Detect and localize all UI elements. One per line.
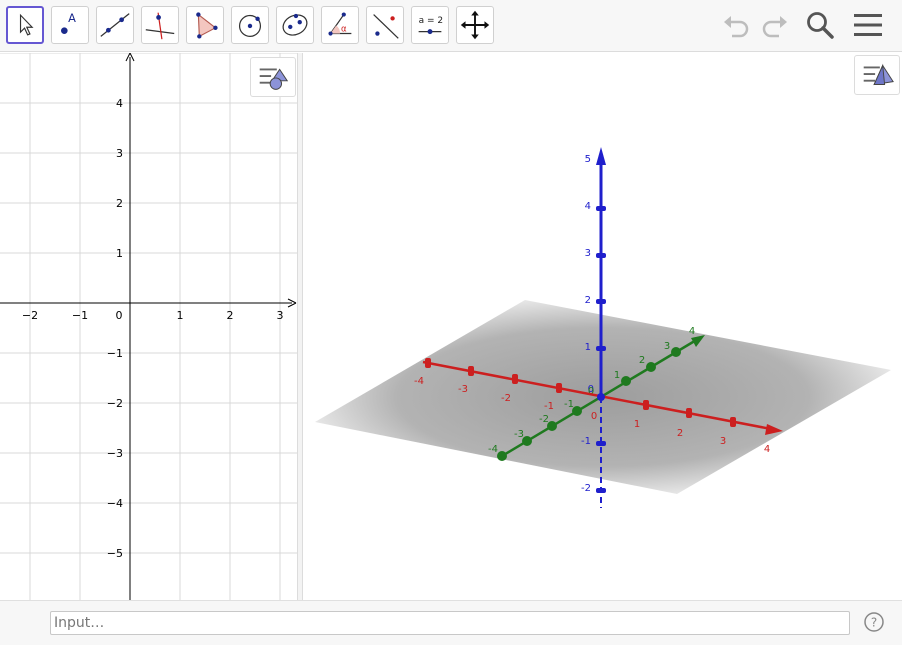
redo-button[interactable] [757, 8, 791, 42]
help-button[interactable]: ? [864, 612, 884, 632]
style-bar-icon [259, 68, 289, 90]
angle-tool-button[interactable]: α [321, 6, 359, 44]
x-tick-label-3d: 1 [634, 419, 640, 430]
style-bar-3d-icon [863, 63, 894, 86]
line-tool-button[interactable] [96, 6, 134, 44]
x-tick-label-3d: 3 [720, 436, 726, 447]
ellipse-tool-button[interactable] [276, 6, 314, 44]
search-button[interactable] [803, 8, 837, 42]
z-tick-label: -2 [581, 483, 591, 494]
y-tick-label-3d: 4 [689, 326, 695, 337]
slider-tool-button[interactable]: a = 2 [411, 6, 449, 44]
move-graphics-tool-button[interactable] [456, 6, 494, 44]
help-icon: ? [864, 612, 884, 632]
x-tick-label: 2 [227, 309, 234, 322]
circle-tool-button[interactable] [231, 6, 269, 44]
z-tick-label: 4 [585, 201, 591, 212]
reflect-tool-button[interactable] [366, 6, 404, 44]
x-tick-label: 3 [277, 309, 284, 322]
y-tick-label: −4 [107, 497, 123, 510]
z-tick-label: 3 [585, 248, 591, 259]
point-icon: A [61, 11, 76, 34]
search-icon [807, 12, 834, 39]
reflect-line-icon [373, 14, 399, 39]
angle-icon: α [328, 12, 352, 36]
input-bar: Input… ? [0, 600, 902, 645]
3d-style-bar-button[interactable] [854, 55, 900, 95]
main-menu-button[interactable] [851, 8, 885, 42]
move-tool-button[interactable] [6, 6, 44, 44]
z-tick-label: 5 [585, 154, 591, 165]
redo-icon [762, 16, 787, 38]
y-tick-label-3d: 3 [664, 341, 670, 352]
undo-button[interactable] [720, 8, 754, 42]
y-tick-label: 2 [116, 197, 123, 210]
circle-icon [238, 14, 262, 37]
x-tick-label: −1 [72, 309, 88, 322]
y-tick-label-3d: -3 [514, 429, 524, 440]
z-tick-label: 2 [585, 295, 591, 306]
y-tick-label-3d: 1 [614, 370, 620, 381]
x-tick-label-3d: -4 [414, 376, 424, 387]
graphics-style-bar-button[interactable] [250, 57, 296, 97]
y-tick-label: −5 [107, 547, 123, 560]
y-tick-label: 3 [116, 147, 123, 160]
y-tick-label-3d: -2 [539, 414, 549, 425]
move-arrows-icon [460, 10, 490, 40]
polygon-tool-button[interactable] [186, 6, 224, 44]
point-tool-glyph: A [68, 11, 76, 25]
point-tool-button[interactable]: A [51, 6, 89, 44]
x-tick-label-3d: -1 [544, 401, 554, 412]
origin-label: 0 [116, 309, 123, 322]
angle-tool-glyph: α [341, 25, 347, 35]
y-tick-label: 4 [116, 97, 123, 110]
menu-icon [854, 14, 882, 36]
y-tick-label: −1 [107, 347, 123, 360]
origin-point-3d [597, 393, 605, 401]
3d-scene: 5 4 3 2 1 0 -1 -2 -4 -3 -2 -1 0 1 2 3 4 [315, 147, 891, 508]
x-tick-label-3d: -3 [458, 384, 468, 395]
slider-tool-glyph: a = 2 [419, 16, 444, 26]
y-tick-label-3d: -1 [564, 399, 574, 410]
toolbar: A α a = 2 [0, 0, 902, 52]
z-tick-label: -1 [581, 436, 591, 447]
graphics-view-3d[interactable]: 5 4 3 2 1 0 -1 -2 -4 -3 -2 -1 0 1 2 3 4 [303, 53, 902, 600]
polygon-icon [196, 12, 218, 39]
x-tick-label-3d: 4 [764, 444, 770, 455]
perpendicular-line-icon [145, 12, 175, 40]
x-tick-label-3d: 2 [677, 428, 683, 439]
x-tick-label: −2 [22, 309, 38, 322]
x-tick-label-3d: -2 [501, 393, 511, 404]
z-tick-label: 1 [585, 342, 591, 353]
line-icon [100, 13, 130, 37]
graphics-view-2d[interactable]: −2 −1 0 1 2 3 4 3 2 1 −1 −2 −3 −4 −5 [0, 53, 297, 600]
coordinate-grid: −2 −1 0 1 2 3 4 3 2 1 −1 −2 −3 −4 −5 [0, 53, 297, 600]
y-tick-label: 1 [116, 247, 123, 260]
input-field[interactable]: Input… [50, 611, 850, 635]
undo-icon [724, 16, 749, 38]
cursor-arrow-icon [19, 13, 34, 36]
x-tick-label-3d: 0 [591, 411, 597, 422]
slider-icon: a = 2 [418, 16, 444, 35]
x-tick-label: 1 [177, 309, 184, 322]
ellipse-icon [282, 13, 308, 36]
perpendicular-line-tool-button[interactable] [141, 6, 179, 44]
y-tick-label-3d: -4 [488, 444, 498, 455]
y-tick-label: −2 [107, 397, 123, 410]
y-tick-label-3d: 2 [639, 355, 645, 366]
svg-text:?: ? [871, 616, 877, 630]
y-tick-label: −3 [107, 447, 123, 460]
